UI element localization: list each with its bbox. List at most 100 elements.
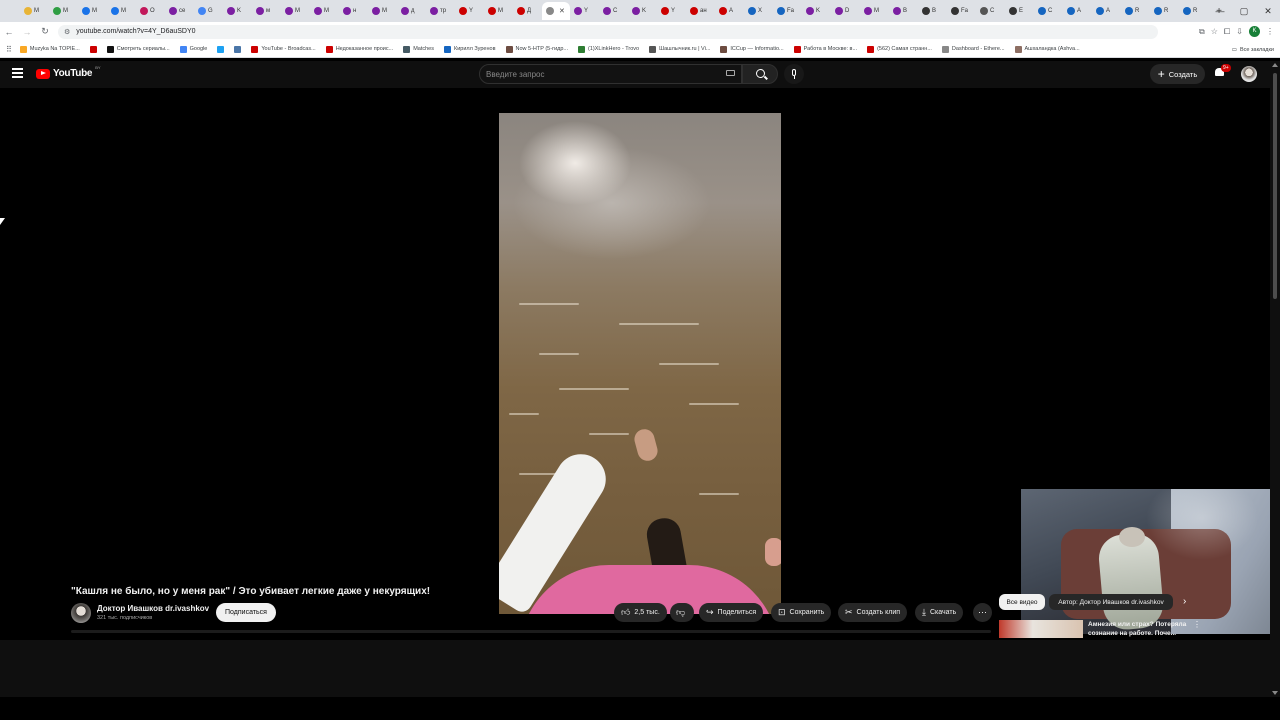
related-more-icon[interactable]: ⋮ xyxy=(1193,620,1201,629)
minimize-icon[interactable]: — xyxy=(1208,0,1232,22)
chip-author[interactable]: Автор: Доктор Ивашков dr.ivashkov xyxy=(1049,594,1173,610)
browser-tab[interactable]: K xyxy=(802,2,831,20)
browser-tab[interactable]: Y xyxy=(657,2,686,20)
browser-tab[interactable]: ✕ xyxy=(542,2,570,20)
browser-tab[interactable]: С xyxy=(599,2,628,20)
search-input[interactable] xyxy=(486,69,716,79)
browser-tab[interactable]: Fa xyxy=(947,2,976,20)
close-tab-icon[interactable]: ✕ xyxy=(559,7,565,15)
bookmark-item[interactable]: Now 5-HTP (5-гидр... xyxy=(505,45,568,53)
scroll-up-icon[interactable] xyxy=(1272,63,1278,67)
browser-tab[interactable]: K xyxy=(628,2,657,20)
browser-tab[interactable]: Y xyxy=(455,2,484,20)
browser-tab[interactable]: M xyxy=(368,2,397,20)
chip-all-videos[interactable]: Все видео xyxy=(999,594,1045,610)
keyboard-icon[interactable] xyxy=(726,70,735,76)
back-icon[interactable]: ← xyxy=(0,27,18,37)
browser-tab[interactable]: се xyxy=(165,2,194,20)
browser-tab[interactable]: R xyxy=(1179,2,1208,20)
browser-tab[interactable]: Д xyxy=(513,2,542,20)
bookmark-item[interactable]: ICCup — Informatio... xyxy=(720,45,784,53)
dislike-button[interactable]: 👎︎ xyxy=(670,603,694,622)
subscribe-button[interactable]: Подписаться xyxy=(216,603,276,622)
chevron-right-icon[interactable]: › xyxy=(1183,596,1186,607)
browser-tab[interactable]: M xyxy=(310,2,339,20)
install-app-icon[interactable]: ⧉ xyxy=(1199,27,1205,37)
browser-tab[interactable]: M xyxy=(281,2,310,20)
account-avatar[interactable] xyxy=(1241,66,1257,82)
site-info-icon[interactable]: ⚙ xyxy=(64,28,70,36)
create-button[interactable]: + Создать xyxy=(1150,64,1205,84)
bookmark-item[interactable]: (1)XLinkHero - Trovo xyxy=(578,45,639,53)
bookmark-item[interactable]: Недоказанное проис... xyxy=(325,45,393,53)
reload-icon[interactable]: ↻ xyxy=(36,26,54,37)
bookmark-item[interactable]: Работа в Москве: в... xyxy=(793,45,857,53)
browser-tab[interactable]: B xyxy=(889,2,918,20)
menu-icon[interactable] xyxy=(12,68,23,78)
browser-menu-icon[interactable]: ⋮ xyxy=(1266,27,1274,36)
browser-tab[interactable]: A xyxy=(1092,2,1121,20)
bookmark-item[interactable]: Matches xyxy=(403,45,434,53)
browser-tab[interactable]: M xyxy=(484,2,513,20)
browser-tab[interactable]: Fa xyxy=(773,2,802,20)
browser-tab[interactable]: Y xyxy=(570,2,599,20)
url-field[interactable]: ⚙ youtube.com/watch?v=4Y_D6auSDY0 xyxy=(58,24,1158,39)
notifications-button[interactable]: 9+ xyxy=(1215,64,1231,78)
save-button[interactable]: ⊡ Сохранить xyxy=(771,603,832,622)
bookmark-item[interactable]: (562) Самая странн... xyxy=(867,45,932,53)
scroll-down-icon[interactable] xyxy=(1272,691,1278,695)
like-button[interactable]: 👍︎ 2,5 тыс. xyxy=(614,603,667,622)
browser-tab[interactable]: M xyxy=(78,2,107,20)
browser-tab[interactable]: X xyxy=(744,2,773,20)
related-title[interactable]: Амнезия или страх? Потеряла сознание на … xyxy=(1088,620,1190,638)
browser-tab[interactable]: A xyxy=(1063,2,1092,20)
scroll-thumb[interactable] xyxy=(1273,73,1277,299)
profile-avatar[interactable]: K xyxy=(1249,26,1260,37)
bookmark-item[interactable]: Шашлычник.ru | Vi... xyxy=(649,45,710,53)
bookmark-item[interactable] xyxy=(217,45,225,53)
browser-tab[interactable]: д xyxy=(397,2,426,20)
browser-tab[interactable]: н xyxy=(339,2,368,20)
browser-tab[interactable]: M xyxy=(107,2,136,20)
close-window-icon[interactable]: ✕ xyxy=(1256,0,1280,22)
browser-tab[interactable]: R xyxy=(1121,2,1150,20)
browser-tab[interactable]: тр xyxy=(426,2,455,20)
channel-avatar[interactable] xyxy=(71,603,91,623)
voice-search-button[interactable] xyxy=(784,64,804,84)
bookmark-item[interactable]: Muzyka Na TOPIE... xyxy=(19,45,80,53)
browser-tab[interactable]: M xyxy=(860,2,889,20)
browser-tab[interactable]: C xyxy=(976,2,1005,20)
browser-tab[interactable]: D xyxy=(831,2,860,20)
maximize-icon[interactable]: ▢ xyxy=(1232,0,1256,22)
channel-name[interactable]: Доктор Ивашков dr.ivashkov xyxy=(97,604,209,613)
browser-tab[interactable]: A xyxy=(715,2,744,20)
browser-tab[interactable]: C xyxy=(1034,2,1063,20)
video-player[interactable] xyxy=(0,88,1280,640)
related-thumbnail[interactable] xyxy=(999,620,1083,638)
bookmark-item[interactable]: YouTube - Broadcas... xyxy=(251,45,316,53)
browser-tab[interactable]: м xyxy=(252,2,281,20)
browser-tab[interactable]: M xyxy=(49,2,78,20)
more-actions-button[interactable]: ⋯ xyxy=(973,603,992,622)
bookmark-item[interactable] xyxy=(234,45,242,53)
browser-tab[interactable]: K xyxy=(223,2,252,20)
bookmark-item[interactable]: Dashboard - Ethere... xyxy=(941,45,1005,53)
browser-tab[interactable]: ан xyxy=(686,2,715,20)
bookmark-item[interactable] xyxy=(89,45,97,53)
browser-tab[interactable]: M xyxy=(20,2,49,20)
browser-tab[interactable]: E xyxy=(1005,2,1034,20)
video-frame[interactable] xyxy=(499,113,781,614)
extensions-icon[interactable]: ⧠ xyxy=(1224,27,1230,37)
page-scrollbar[interactable] xyxy=(1270,61,1280,697)
bookmark-star-icon[interactable]: ☆ xyxy=(1211,27,1218,36)
bookmark-item[interactable]: Google xyxy=(179,45,207,53)
browser-tab[interactable]: B xyxy=(918,2,947,20)
bookmark-item[interactable]: Ашхаландка (Ashva... xyxy=(1014,45,1080,53)
browser-tab[interactable]: R xyxy=(1150,2,1179,20)
downloads-icon[interactable]: ⇩ xyxy=(1236,27,1243,36)
all-bookmarks-button[interactable]: ▭ Все закладки xyxy=(1225,41,1274,57)
forward-icon[interactable]: → xyxy=(18,27,36,37)
download-button[interactable]: ⤓ Скачать xyxy=(915,603,964,622)
bookmark-item[interactable]: Кирилл Зуренов xyxy=(444,45,496,53)
apps-grid-icon[interactable]: ⠿ xyxy=(6,45,12,54)
